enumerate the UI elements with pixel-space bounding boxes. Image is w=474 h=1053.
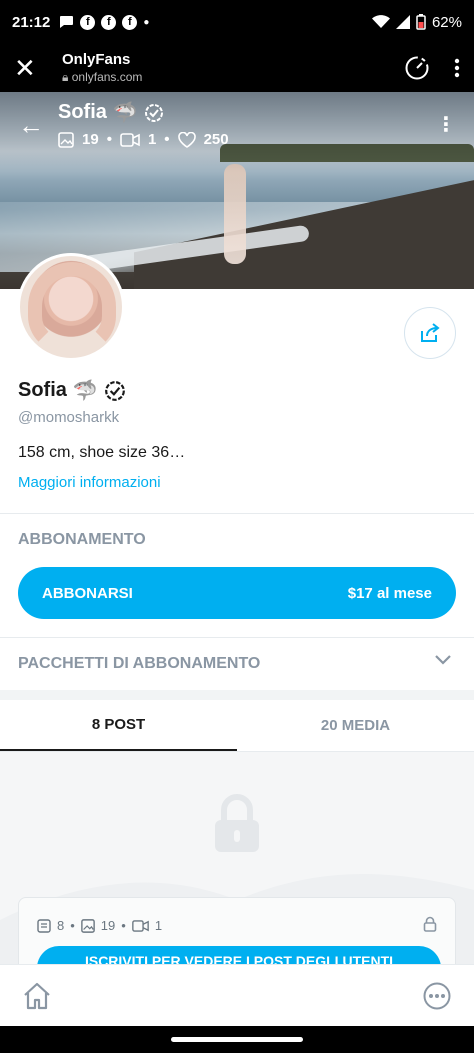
subscribe-to-see-button[interactable]: ISCRIVITI PER VEDERE I POST DEGLI UTENTI: [37, 946, 441, 964]
stat-separator: •: [106, 131, 112, 148]
profile-name-row: Sofia 🦈: [18, 378, 126, 403]
profile-bio: 158 cm, shoe size 36…: [18, 444, 186, 461]
data-saver-icon[interactable]: [404, 55, 430, 81]
verified-icon: [144, 103, 163, 122]
profile-name: Sofia: [18, 379, 67, 401]
heart-icon: [177, 131, 196, 148]
stat-separator: •: [70, 918, 75, 933]
video-count: 1: [147, 131, 157, 148]
cover-stats: 19 • 1 • 250: [58, 131, 229, 148]
stat-separator: •: [164, 131, 170, 148]
like-count: 250: [203, 131, 229, 148]
tab-media[interactable]: 20 MEDIA: [237, 700, 474, 751]
divider: [0, 513, 474, 514]
subscription-title: ABBONAMENTO: [18, 531, 146, 548]
photo-icon: [58, 131, 74, 148]
avatar[interactable]: [17, 253, 125, 361]
cover-figure: [224, 164, 246, 264]
shark-emoji: 🦈: [112, 102, 138, 124]
card-meta: 8 • 19 • 1: [37, 918, 162, 933]
photo-count: 19: [82, 131, 99, 148]
browser-title-block: OnlyFans 🔒︎ onlyfans.com: [62, 51, 142, 85]
home-icon[interactable]: [22, 982, 52, 1010]
cover-info: Sofia 🦈 19 • 1 • 250: [58, 100, 229, 148]
cover-name-row: Sofia 🦈: [58, 100, 229, 125]
gesture-bar: [0, 1026, 474, 1053]
cover-header: ← Sofia 🦈 19 • 1 • 250: [18, 100, 229, 148]
share-icon: [421, 323, 440, 342]
divider: [0, 637, 474, 638]
facebook-icon: f: [122, 14, 138, 30]
status-right: 62%: [371, 13, 462, 31]
more-vert-icon[interactable]: [454, 58, 460, 78]
locked-post-card: 8 • 19 • 1 ISCRIVITI PER VEDERE I POST D…: [18, 897, 456, 964]
bottom-nav: [0, 964, 474, 1026]
message-bubble-icon: [60, 16, 74, 28]
cover-name: Sofia: [58, 101, 107, 123]
video-icon: [120, 132, 140, 147]
posts-area: 8 • 19 • 1 ISCRIVITI PER VEDERE I POST D…: [0, 752, 474, 964]
bundles-title[interactable]: PACCHETTI DI ABBONAMENTO: [18, 655, 260, 673]
close-icon[interactable]: ✕: [14, 53, 44, 84]
card-video-count: 1: [154, 918, 163, 933]
profile-menu-icon[interactable]: ⋮: [436, 112, 456, 137]
card-post-count: 8: [57, 918, 65, 933]
photo-icon: [80, 918, 95, 933]
signal-icon: [395, 15, 410, 29]
facebook-icon: f: [80, 14, 96, 30]
gesture-handle[interactable]: [171, 1037, 303, 1042]
post-icon: [37, 918, 51, 933]
wifi-icon: [371, 15, 390, 28]
status-time: 21:12: [12, 13, 51, 31]
lock-icon: 🔒︎: [62, 70, 72, 84]
browser-actions: [404, 55, 460, 81]
more-dot-icon: ●: [143, 16, 150, 28]
profile-handle: @momosharkk: [18, 409, 120, 426]
shark-emoji: 🦈: [72, 380, 98, 402]
lock-icon: [423, 916, 437, 932]
battery-level: 62%: [431, 13, 462, 31]
more-info-link[interactable]: Maggiori informazioni: [18, 474, 161, 491]
more-icon[interactable]: [422, 981, 452, 1011]
share-button[interactable]: [404, 307, 456, 359]
subscribe-button[interactable]: ABBONARSI $17 al mese: [18, 567, 456, 619]
subscribe-price: $17 al mese: [347, 584, 432, 602]
verified-icon: [104, 380, 125, 401]
notification-icons: f f f ●: [58, 14, 150, 30]
browser-url: 🔒︎ onlyfans.com: [62, 70, 142, 85]
video-icon: [131, 919, 149, 932]
battery-icon: [416, 14, 426, 30]
lock-icon: [215, 794, 259, 852]
tab-posts[interactable]: 8 POST: [0, 700, 237, 751]
avatar-hair: [28, 262, 116, 352]
browser-title: OnlyFans: [62, 51, 131, 68]
card-photo-count: 19: [100, 918, 116, 933]
subscribe-label: ABBONARSI: [42, 584, 133, 602]
section-gap: [0, 690, 474, 700]
content-tabs: 8 POST 20 MEDIA: [0, 700, 474, 752]
chevron-down-icon[interactable]: [434, 654, 452, 666]
browser-url-text: onlyfans.com: [71, 70, 143, 84]
facebook-icon: f: [101, 14, 117, 30]
status-bar: 21:12 f f f ● 62%: [0, 0, 474, 44]
back-arrow-icon[interactable]: ←: [18, 110, 58, 141]
browser-toolbar: ✕ OnlyFans 🔒︎ onlyfans.com: [0, 44, 474, 92]
stat-separator: •: [121, 918, 126, 933]
